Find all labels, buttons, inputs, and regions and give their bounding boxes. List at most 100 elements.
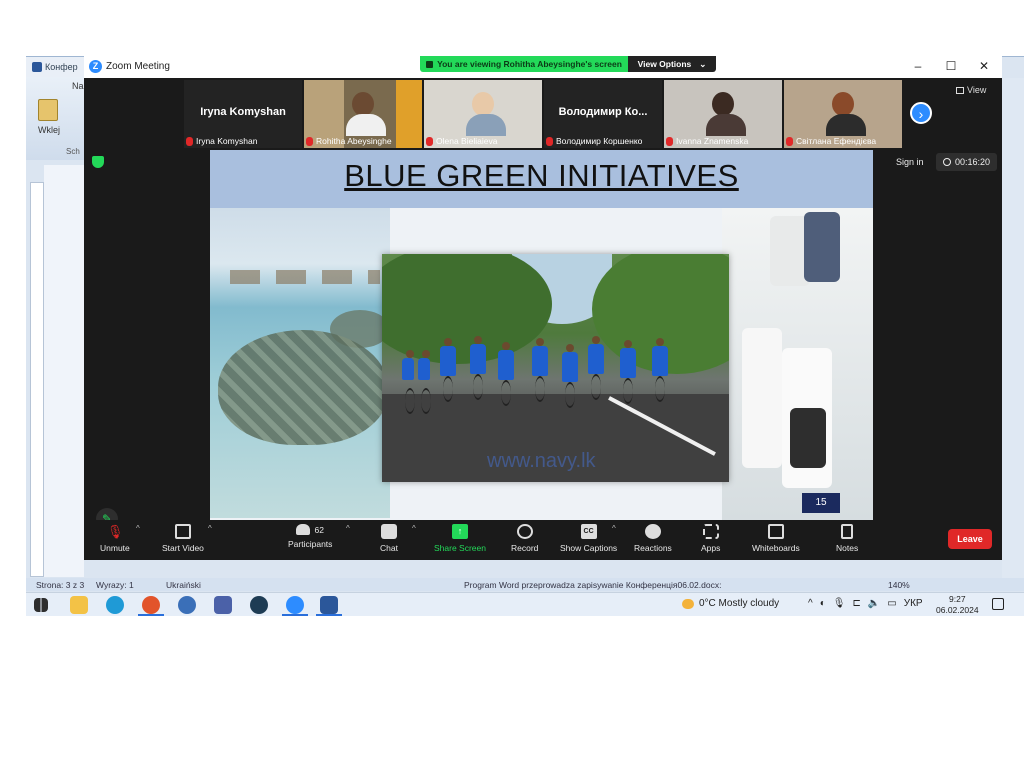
notifications-icon[interactable] <box>992 598 1004 610</box>
slide-watermark: www.navy.lk <box>487 450 596 472</box>
mic-muted-icon: 🎙 <box>106 524 124 539</box>
start-menu-icon[interactable] <box>34 598 48 612</box>
whiteboards-label: Whiteboards <box>752 543 800 553</box>
participants-icon <box>296 524 311 535</box>
shared-screen-slide: BLUE GREEN INITIATIVES www.navy.lk 15 <box>210 150 873 520</box>
language-indicator[interactable]: УКР <box>904 598 923 609</box>
system-clock[interactable]: 9:27 06.02.2024 <box>936 594 979 616</box>
word-taskbar-tab[interactable]: Конфер <box>26 57 84 77</box>
word-taskbar-icon[interactable] <box>320 596 338 614</box>
status-page[interactable]: Strona: 3 z 3 <box>36 580 84 590</box>
status-zoom[interactable]: 140% <box>888 580 910 590</box>
apps-button[interactable]: Apps <box>701 524 720 553</box>
participant-tile[interactable]: Світлана Ефендієва <box>784 80 902 148</box>
start-video-button[interactable]: Start Video <box>162 524 204 553</box>
c-app-icon[interactable] <box>250 596 268 614</box>
unmute-button[interactable]: 🎙 Unmute <box>100 524 130 553</box>
paste-icon[interactable] <box>38 99 58 121</box>
captions-chevron-icon[interactable]: ^ <box>612 524 616 533</box>
weather-widget[interactable]: 0°C Mostly cloudy <box>682 598 779 609</box>
participant-tile[interactable]: Iryna Komyshan Iryna Komyshan <box>184 80 302 148</box>
chat-label: Chat <box>380 543 398 553</box>
view-button[interactable]: View <box>956 85 986 95</box>
paste-button-label[interactable]: Wklej <box>38 125 60 135</box>
leave-button[interactable]: Leave <box>948 529 992 549</box>
word-status-bar: Strona: 3 z 3 Wyrazy: 1 Ukraiński Progra… <box>26 578 1024 591</box>
edge-browser-icon[interactable] <box>106 596 124 614</box>
participant-video-icon <box>346 92 386 138</box>
word-scrollbar[interactable] <box>1002 78 1024 578</box>
participant-caption: Світлана Ефендієва <box>786 136 876 146</box>
globe-app-icon[interactable] <box>178 596 196 614</box>
participants-count: 62 <box>314 524 324 535</box>
next-page-icon[interactable]: › <box>910 102 932 124</box>
muted-mic-icon <box>306 136 313 146</box>
maximize-icon[interactable]: ☐ <box>943 59 959 73</box>
share-screen-button[interactable]: ↑ Share Screen <box>434 524 486 553</box>
zoom-logo-icon: Z <box>89 60 102 73</box>
record-icon <box>516 524 533 539</box>
network-icon[interactable]: ⊏ <box>852 598 860 609</box>
zoom-taskbar-icon[interactable] <box>286 596 304 614</box>
notes-icon <box>841 524 854 539</box>
chevron-up-icon[interactable]: ^ <box>808 598 813 609</box>
media-app-icon[interactable] <box>214 596 232 614</box>
show-captions-button[interactable]: CC Show Captions <box>560 524 617 553</box>
active-indicator <box>138 614 164 616</box>
status-language[interactable]: Ukraiński <box>166 580 201 590</box>
record-button[interactable]: Record <box>511 524 538 553</box>
clock-date: 06.02.2024 <box>936 605 979 615</box>
file-explorer-icon[interactable] <box>70 596 88 614</box>
participants-chevron-icon[interactable]: ^ <box>346 524 350 533</box>
sign-in-link[interactable]: Sign in <box>896 157 924 167</box>
whiteboards-button[interactable]: Whiteboards <box>752 524 800 553</box>
boats-image <box>230 270 380 284</box>
participant-tile[interactable]: Ivanna Znamenska <box>664 80 782 148</box>
notes-button[interactable]: Notes <box>836 524 858 553</box>
worker-image <box>790 408 826 468</box>
notes-label: Notes <box>836 543 859 553</box>
start-video-label: Start Video <box>162 543 204 553</box>
participant-caption-text: Ivanna Znamenska <box>676 136 749 146</box>
clipboard-group-label: Sch <box>66 147 80 156</box>
system-tray: ^ ◐ 🎙 ⊏ 🔈 ▭ УКР <box>808 598 923 609</box>
participant-tile[interactable]: Rohitha Abeysinghe <box>304 80 422 148</box>
security-tray-icon[interactable]: ◐ <box>820 598 826 609</box>
view-options-button[interactable]: View Options ⌄ <box>628 56 716 72</box>
close-icon[interactable]: ✕ <box>976 59 992 73</box>
ribbon-tab-label[interactable]: Na <box>72 81 84 91</box>
participant-video-icon <box>826 92 866 138</box>
participant-tile[interactable]: Володимир Ко... Володимир Коршенко <box>544 80 662 148</box>
security-shield-icon[interactable] <box>92 156 104 168</box>
microphone-icon[interactable]: 🎙 <box>833 598 846 609</box>
reactions-button[interactable]: Reactions <box>634 524 672 553</box>
chrome-browser-icon[interactable] <box>142 596 160 614</box>
slide-title: BLUE GREEN INITIATIVES <box>344 158 739 193</box>
video-options-chevron-icon[interactable]: ^ <box>208 524 212 533</box>
participant-tile[interactable]: Olena Bieliaieva <box>424 80 542 148</box>
weather-text: 0°C Mostly cloudy <box>699 598 780 609</box>
participants-button[interactable]: 62 Participants <box>288 524 332 549</box>
chat-chevron-icon[interactable]: ^ <box>412 524 416 533</box>
status-words[interactable]: Wyrazy: 1 <box>96 580 134 590</box>
volume-icon[interactable]: 🔈 <box>868 598 880 609</box>
participant-caption-text: Rohitha Abeysinghe <box>316 136 392 146</box>
status-saving: Program Word przeprowadza zapisywanie Ко… <box>464 579 722 590</box>
meeting-toolbar: 🎙 Unmute ^ Start Video ^ 62 Participants… <box>84 520 1002 560</box>
cycling-parade-photo: www.navy.lk <box>382 254 729 482</box>
window-title: Zoom Meeting <box>106 61 170 72</box>
zoom-title-bar: Z Zoom Meeting You are viewing Rohitha A… <box>84 56 1002 78</box>
minimize-icon[interactable]: – <box>910 59 926 73</box>
clock-icon <box>943 158 951 166</box>
windows-taskbar: 0°C Mostly cloudy ^ ◐ 🎙 ⊏ 🔈 ▭ УКР 9:27 0… <box>26 592 1024 616</box>
audio-options-chevron-icon[interactable]: ^ <box>136 524 140 533</box>
unmute-label: Unmute <box>100 543 130 553</box>
battery-icon[interactable]: ▭ <box>887 598 896 609</box>
share-banner-text: You are viewing Rohitha Abeysinghe's scr… <box>437 59 622 69</box>
chat-button[interactable]: Chat <box>380 524 398 553</box>
cleanup-collage-image <box>722 208 873 520</box>
participant-caption-text: Iryna Komyshan <box>196 136 258 146</box>
view-options-label: View Options <box>637 59 692 69</box>
chat-icon <box>380 524 397 539</box>
word-tab-label: Конфер <box>45 62 78 72</box>
